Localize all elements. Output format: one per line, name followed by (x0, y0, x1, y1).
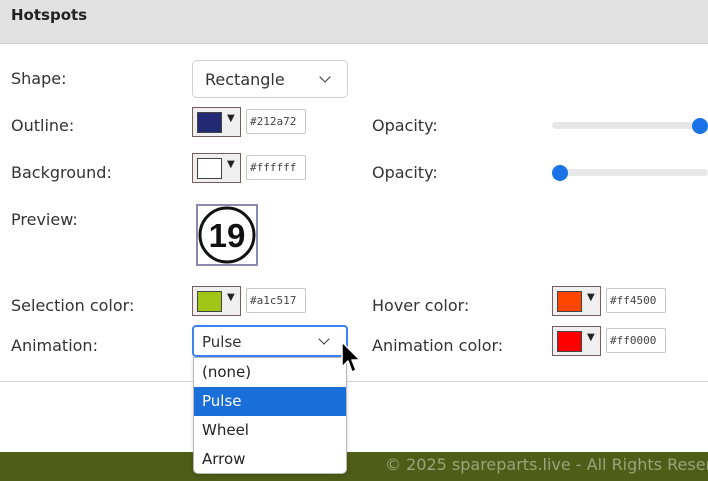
divider (0, 381, 708, 382)
selection-color-swatch (197, 291, 222, 312)
hover-color-swatch (557, 291, 582, 312)
animation-color-picker[interactable]: ▼ (552, 326, 601, 356)
background-label: Background: (11, 163, 112, 182)
outline-opacity-thumb[interactable] (692, 118, 708, 134)
background-opacity-slider[interactable] (552, 169, 708, 176)
dropdown-arrow-icon: ▼ (227, 159, 235, 170)
background-opacity-label: Opacity: (372, 163, 438, 182)
animation-dropdown-list: (none) Pulse Wheel Arrow (193, 357, 347, 474)
footer: © 2025 spareparts.live - All Rights Rese… (0, 452, 708, 481)
hover-color-picker[interactable]: ▼ (552, 286, 601, 316)
animation-select[interactable]: Pulse (192, 325, 348, 357)
background-color-picker[interactable]: ▼ (192, 153, 241, 183)
preview-number: 19 (209, 217, 246, 254)
animation-color-input[interactable]: #ff0000 (606, 328, 666, 353)
hover-color-input[interactable]: #ff4500 (606, 288, 666, 313)
background-color-swatch (197, 158, 222, 179)
mouse-pointer-icon (341, 341, 361, 373)
animation-select-value: Pulse (202, 333, 242, 351)
animation-option-wheel[interactable]: Wheel (194, 416, 346, 445)
chevron-down-icon (318, 333, 330, 345)
panel-header: Hotspots (0, 0, 708, 44)
animation-option-arrow[interactable]: Arrow (194, 445, 346, 474)
shape-select-value: Rectangle (205, 70, 285, 89)
animation-color-swatch (557, 331, 582, 352)
footer-copyright: © 2025 spareparts.live - All Rights Rese… (385, 455, 708, 474)
selection-color-label: Selection color: (11, 296, 135, 315)
hotspot-preview: 19 (196, 204, 258, 266)
outline-color-input[interactable]: #212a72 (246, 109, 306, 134)
outline-opacity-slider[interactable] (552, 122, 708, 129)
dropdown-arrow-icon: ▼ (587, 332, 595, 343)
hover-color-label: Hover color: (372, 296, 470, 315)
dropdown-arrow-icon: ▼ (587, 292, 595, 303)
animation-option-none[interactable]: (none) (194, 358, 346, 387)
shape-label: Shape: (11, 69, 67, 88)
dropdown-arrow-icon: ▼ (227, 113, 235, 124)
outline-opacity-label: Opacity: (372, 116, 438, 135)
outline-color-picker[interactable]: ▼ (192, 107, 241, 137)
panel-title: Hotspots (11, 6, 88, 24)
preview-label: Preview: (11, 210, 78, 229)
animation-color-label: Animation color: (372, 336, 504, 355)
outline-label: Outline: (11, 116, 75, 135)
preview-circle-icon: 19 (198, 206, 256, 264)
selection-color-input[interactable]: #a1c517 (246, 288, 306, 313)
dropdown-arrow-icon: ▼ (227, 292, 235, 303)
chevron-down-icon (319, 71, 331, 83)
shape-select[interactable]: Rectangle (192, 60, 348, 98)
animation-option-pulse[interactable]: Pulse (194, 387, 346, 416)
outline-color-swatch (197, 112, 222, 133)
background-opacity-thumb[interactable] (552, 165, 568, 181)
selection-color-picker[interactable]: ▼ (192, 286, 241, 316)
background-color-input[interactable]: #ffffff (246, 155, 306, 180)
animation-label: Animation: (11, 336, 98, 355)
